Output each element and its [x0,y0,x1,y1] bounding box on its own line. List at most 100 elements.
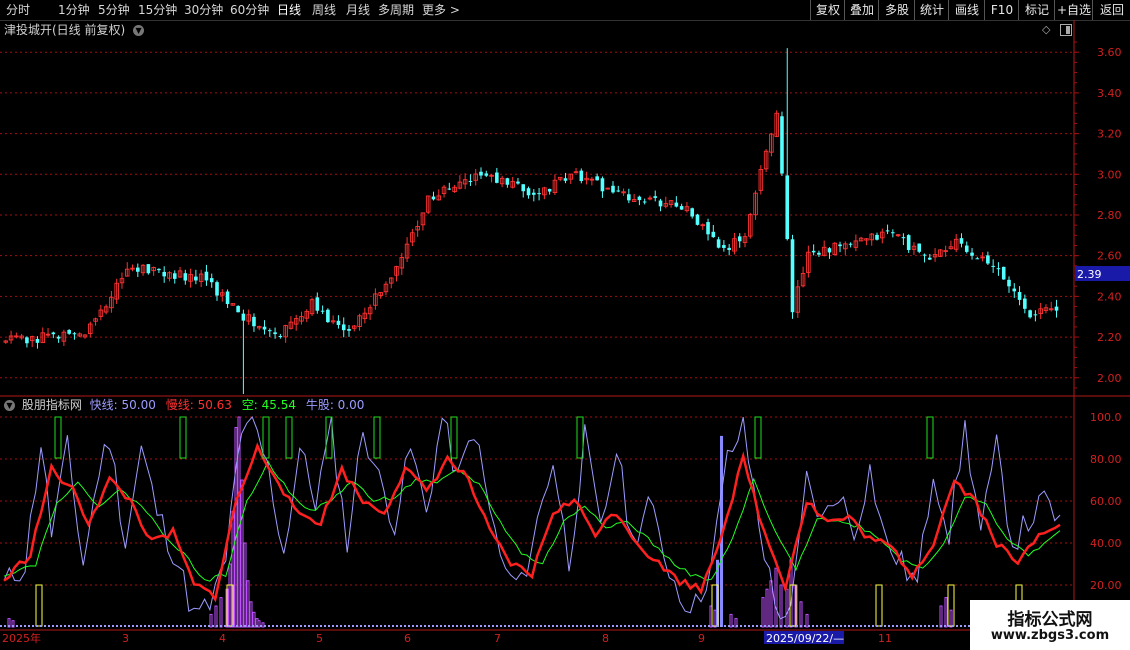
fast-line [3,416,1061,620]
statistics-button[interactable]: 统计 [914,0,949,20]
candle-body [695,214,700,225]
candle-body [309,299,315,315]
indicator-tick-label: 20.00 [1090,579,1122,592]
slow-line [3,442,1061,603]
candle-body [209,278,214,283]
candle-body [204,271,209,281]
candle-body [109,296,114,309]
candle-body [970,252,974,256]
histogram-bar [240,479,244,628]
date-label-aug: 8 [602,632,609,645]
candle-body [838,244,842,247]
candle-body [843,243,848,250]
date-label-jun: 6 [404,632,411,645]
candle-body [326,309,330,323]
candle-body [616,190,621,192]
period-tab-1min[interactable]: 1分钟 [58,0,90,20]
cursor-date-text: 2025/09/22/— [766,632,844,645]
candle-body [293,318,299,325]
buy-signal-box [325,416,333,459]
candle-body [304,310,310,319]
candle-body [347,329,351,331]
date-label-year: 2025年 [2,631,41,645]
panel-toggle-icon[interactable] [1060,24,1072,36]
candle-body [230,303,236,306]
sell-signal-box [711,584,719,627]
histogram-bar [939,605,943,628]
empty-line-label: 空: 45.54 [241,398,296,412]
candle-body [124,268,130,277]
candle-body [103,306,109,313]
chevron-down-icon[interactable]: ▼ [133,25,145,36]
candle-body [785,175,790,240]
candle-body [943,250,948,253]
multi-stock-button[interactable]: 多股 [878,0,915,20]
period-tab-15min[interactable]: 15分钟 [138,0,177,20]
candle-body [98,309,104,317]
date-axis: 2025年 3 4 5 6 7 8 9 11 2025/09/22/— [2,631,892,645]
candle-body [510,181,515,188]
candle-body [194,276,198,281]
candle-body [589,178,595,181]
period-tab-60min[interactable]: 60分钟 [230,0,269,20]
candle-body [25,337,29,344]
candle-body [817,252,821,255]
histogram-bar [228,563,232,628]
candle-body [188,273,193,282]
histogram-bar-blue [720,435,723,627]
fuquan-button[interactable]: 复权 [810,0,845,20]
candle-body [627,194,631,201]
period-tab-daily[interactable]: 日线 [277,0,301,20]
candle-body [800,273,806,287]
candle-body [388,277,394,284]
candle-body [220,292,225,296]
back-button[interactable]: 返回 [1092,0,1130,20]
candle-body [552,179,558,193]
candle-body [136,267,140,272]
period-tab-weekly[interactable]: 周线 [312,0,336,20]
candle-body [40,332,46,344]
period-tab-multi[interactable]: 多周期 [378,0,414,20]
f10-button[interactable]: F10 [984,0,1019,20]
candle-body [162,271,166,277]
period-tab-fenshi[interactable]: 分时 [6,0,30,20]
candle-body [77,333,82,337]
draw-line-button[interactable]: 画线 [948,0,985,20]
histogram-bar [769,580,773,628]
buy-signal-box [285,416,293,459]
add-watchlist-button[interactable]: +自选 [1054,0,1093,20]
candle-body [299,316,304,322]
chevron-down-icon[interactable]: ▼ [4,400,15,411]
histogram-bar [252,611,256,628]
candle-body [742,236,748,243]
histogram-bar [234,427,238,628]
overlay-button[interactable]: 叠加 [844,0,879,20]
candle-body [991,265,995,267]
current-price-tag [1075,266,1130,281]
candle-body [114,282,119,300]
diamond-icon[interactable]: ◇ [1042,23,1050,36]
histogram-bar [231,511,235,628]
period-tab-more[interactable]: 更多 > [422,0,460,20]
candle-body [29,336,35,342]
price-tick-label: 3.20 [1097,128,1122,141]
candle-body [557,176,563,180]
price-grid: 3.60 3.40 3.20 3.00 2.80 2.60 2.40 2.20 2.00 [0,41,1122,389]
candle-body [774,112,779,137]
candle-body [769,133,774,153]
period-tab-5min[interactable]: 5分钟 [98,0,130,20]
candle-body [140,264,146,274]
histogram-bar [11,620,15,628]
period-tab-30min[interactable]: 30分钟 [184,0,223,20]
sell-signal-box [35,584,43,627]
candle-body [320,310,325,312]
candle-body [273,332,277,335]
histogram-bar [729,613,733,628]
period-tab-monthly[interactable]: 月线 [346,0,370,20]
candle-body [1038,308,1043,315]
mark-button[interactable]: 标记 [1018,0,1055,20]
candle-body [19,335,24,339]
bull-stock-label: 牛股: 0.00 [305,398,365,412]
histogram-bar [799,601,803,628]
chart-canvas: 3.60 3.40 3.20 3.00 2.80 2.60 2.40 2.20 2.00 100… [0,20,1130,645]
